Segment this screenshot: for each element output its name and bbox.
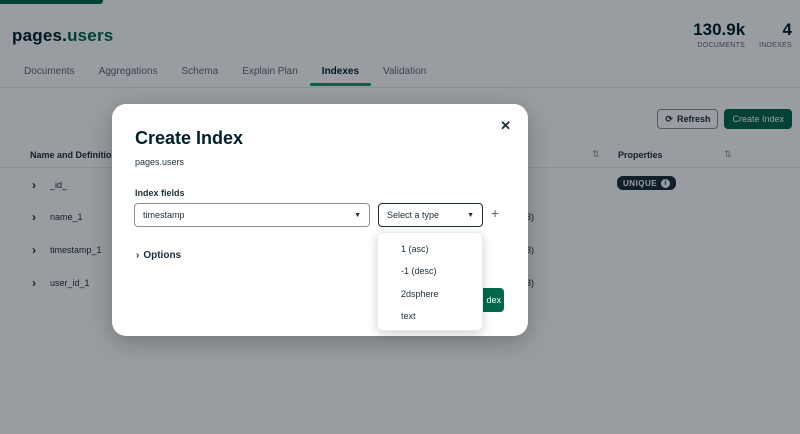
index-type-dropdown: 1 (asc) -1 (desc) 2dsphere text <box>377 232 483 331</box>
modal-namespace: pages.users <box>135 157 185 167</box>
dropdown-option-text[interactable]: text <box>378 305 482 327</box>
submit-button-label: dex <box>486 295 501 305</box>
caret-down-icon: ▼ <box>467 212 474 219</box>
dropdown-option-desc[interactable]: -1 (desc) <box>378 260 482 282</box>
add-field-icon[interactable]: + <box>491 205 499 221</box>
index-fields-label: Index fields <box>135 188 185 198</box>
index-type-placeholder: Select a type <box>387 210 440 220</box>
dropdown-option-2dsphere[interactable]: 2dsphere <box>378 283 482 305</box>
modal-title: Create Index <box>135 128 244 148</box>
options-toggle[interactable]: › Options <box>136 250 181 261</box>
dropdown-option-asc[interactable]: 1 (asc) <box>378 238 482 260</box>
options-label: Options <box>143 250 182 261</box>
close-icon[interactable]: ✕ <box>500 118 511 134</box>
chevron-right-icon: › <box>136 250 140 261</box>
caret-down-icon: ▼ <box>354 212 361 219</box>
index-type-select[interactable]: Select a type ▼ <box>378 203 483 227</box>
field-name-value: timestamp <box>143 210 185 220</box>
field-name-select[interactable]: timestamp ▼ <box>134 203 370 227</box>
